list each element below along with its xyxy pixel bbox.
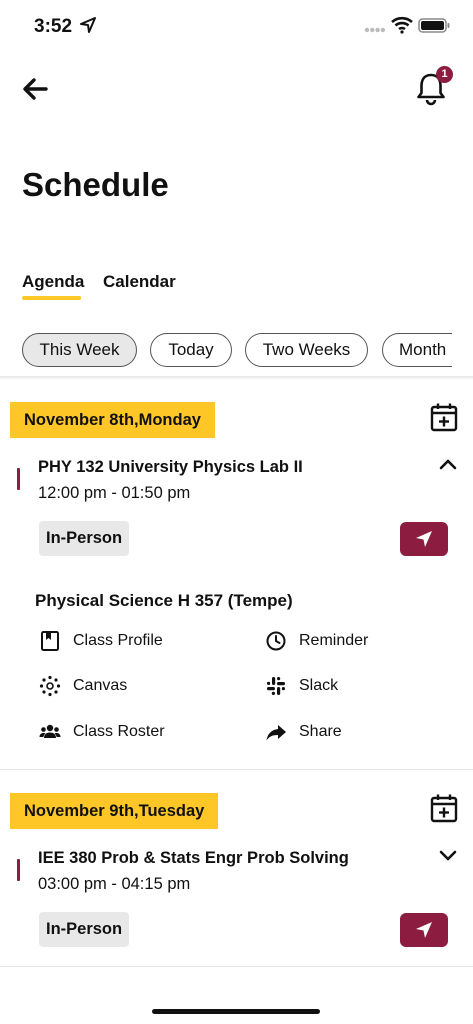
canvas-icon (39, 675, 61, 697)
clock-icon (266, 631, 286, 651)
filter-chips: This Week Today Two Weeks Month (0, 332, 452, 370)
notification-count-badge: 1 (436, 66, 453, 83)
action-label: Class Profile (73, 632, 163, 649)
back-arrow-icon[interactable] (20, 74, 50, 104)
class-mode-badge: In-Person (39, 521, 130, 556)
navigation-arrow-icon (416, 922, 432, 938)
tab-agenda[interactable]: Agenda (22, 272, 84, 292)
battery-icon (418, 18, 450, 33)
signal-dots-icon (364, 27, 386, 33)
class-time: 03:00 pm - 04:15 pm (38, 875, 191, 893)
day-header-date: November 8th,Monday (10, 402, 215, 438)
status-bar: 3:52 (0, 0, 473, 52)
class-location: Physical Science H 357 (Tempe) (35, 591, 293, 610)
action-label: Share (299, 723, 342, 740)
class-title[interactable]: IEE 380 Prob & Stats Engr Prob Solving (38, 849, 349, 868)
action-class-roster[interactable]: Class Roster (39, 720, 165, 744)
class-title[interactable]: PHY 132 University Physics Lab II (38, 458, 303, 477)
navigate-button[interactable] (400, 913, 448, 947)
action-label: Class Roster (73, 723, 165, 740)
slack-icon (267, 677, 285, 695)
filter-chip-two-weeks[interactable]: Two Weeks (245, 333, 368, 367)
share-arrow-icon (266, 725, 286, 741)
filter-chip-this-week[interactable]: This Week (22, 333, 137, 367)
action-canvas[interactable]: Canvas (39, 674, 127, 698)
class-accent-bar (17, 859, 20, 881)
tab-calendar[interactable]: Calendar (103, 272, 176, 292)
action-label: Slack (299, 677, 339, 694)
add-to-calendar-icon[interactable] (430, 793, 458, 823)
chevron-down-icon[interactable] (439, 850, 457, 862)
add-to-calendar-icon[interactable] (430, 402, 458, 432)
navigate-button[interactable] (400, 522, 448, 556)
status-time: 3:52 (34, 16, 73, 37)
day-divider (0, 769, 473, 770)
action-label: Reminder (299, 632, 369, 649)
action-reminder[interactable]: Reminder (265, 629, 368, 653)
action-label: Canvas (73, 677, 128, 694)
day-divider (0, 966, 473, 967)
location-arrow-icon (80, 17, 96, 33)
navigation-arrow-icon (416, 531, 432, 547)
day-header-date: November 9th,Tuesday (10, 793, 219, 829)
chevron-up-icon[interactable] (439, 458, 457, 470)
filter-chip-today[interactable]: Today (150, 333, 232, 367)
class-accent-bar (17, 468, 20, 490)
home-indicator[interactable] (152, 1009, 320, 1014)
action-share[interactable]: Share (265, 720, 342, 744)
action-slack[interactable]: Slack (265, 674, 338, 698)
people-icon (39, 724, 61, 738)
filter-chip-month[interactable]: Month (382, 333, 452, 367)
bookmark-book-icon (41, 631, 59, 651)
wifi-icon (391, 16, 413, 34)
action-class-profile[interactable]: Class Profile (39, 629, 163, 653)
class-time: 12:00 pm - 01:50 pm (38, 484, 191, 502)
page-title: Schedule (22, 166, 169, 203)
header-shadow (0, 376, 473, 380)
active-tab-indicator (22, 296, 81, 300)
class-mode-badge: In-Person (39, 912, 130, 947)
